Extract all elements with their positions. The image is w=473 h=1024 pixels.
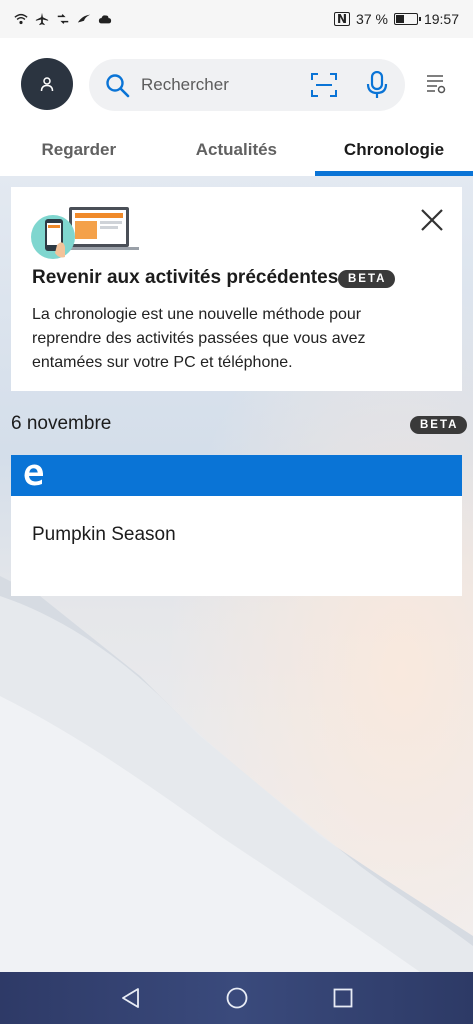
beta-badge: BETA <box>410 416 468 434</box>
system-nav-bar <box>0 972 473 1024</box>
tab-bar: Regarder Actualités Chronologie <box>0 130 473 176</box>
cloud-icon <box>98 15 112 24</box>
wifi-icon <box>14 13 28 25</box>
promo-description: La chronologie est une nouvelle méthode … <box>32 306 366 371</box>
tab-actualites[interactable]: Actualités <box>158 130 316 176</box>
promo-title: Revenir aux activités précédentes <box>32 267 339 288</box>
timeline-intro-card: Revenir aux activités précédentes BETA L… <box>11 187 462 391</box>
activity-card[interactable]: Pumpkin Season <box>11 455 462 596</box>
data-saver-icon <box>57 14 69 24</box>
manage-feed-icon[interactable] <box>425 73 447 95</box>
app-header: Regarder Actualités Chronologie <box>0 38 473 176</box>
tab-chronologie[interactable]: Chronologie <box>315 130 473 176</box>
activity-title: Pumpkin Season <box>32 524 176 545</box>
user-icon <box>40 77 54 92</box>
activity-app-header <box>11 455 462 496</box>
back-icon[interactable] <box>119 986 143 1010</box>
battery-percent: 37 % <box>356 11 388 27</box>
battery-icon <box>393 13 421 25</box>
microphone-icon[interactable] <box>366 71 388 99</box>
timeline-illustration <box>31 207 139 259</box>
search-bar[interactable] <box>89 59 405 111</box>
timeline-date: 6 novembre <box>11 413 112 434</box>
beta-badge: BETA <box>338 270 396 288</box>
scan-icon[interactable] <box>311 73 337 97</box>
search-icon[interactable] <box>105 73 131 99</box>
airplane-icon <box>35 12 49 26</box>
tab-regarder[interactable]: Regarder <box>0 130 158 176</box>
home-icon[interactable] <box>225 986 249 1010</box>
swift-icon <box>77 14 91 23</box>
avatar[interactable] <box>21 58 73 110</box>
clock: 19:57 <box>423 11 459 27</box>
edge-icon <box>24 464 44 486</box>
nfc-icon: N <box>333 12 351 26</box>
search-input[interactable] <box>141 72 301 98</box>
close-icon[interactable] <box>419 207 445 233</box>
status-bar: N 37 % 19:57 <box>0 0 473 38</box>
recents-icon[interactable] <box>331 986 355 1010</box>
